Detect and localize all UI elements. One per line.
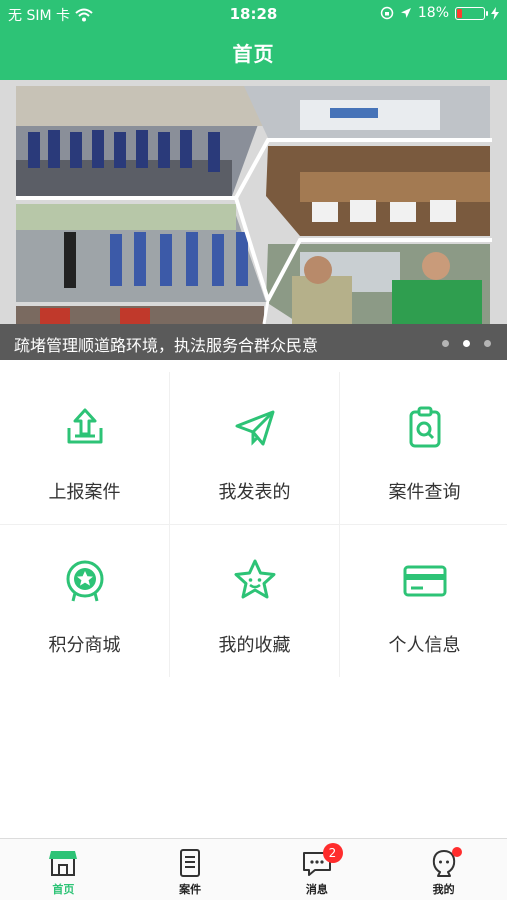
carousel-dot[interactable]: [484, 340, 491, 347]
tab-home[interactable]: 首页: [0, 839, 127, 900]
location-arrow-icon: [400, 8, 411, 18]
menu-item-label: 个人信息: [388, 635, 461, 656]
banner-caption: 疏堵管理顺道路环境，执法服务合群众民意: [14, 336, 319, 355]
menu-item-points-mall[interactable]: 积分商城: [0, 525, 169, 677]
paper-plane-icon: [235, 410, 274, 446]
menu-item-label: 我发表的: [218, 482, 291, 503]
battery-percent: 18%: [417, 5, 449, 21]
menu-item-label: 案件查询: [388, 482, 461, 503]
case-search-icon: [409, 406, 440, 448]
menu-item-report-case[interactable]: 上报案件: [0, 372, 169, 524]
carousel-dot-active[interactable]: [463, 340, 470, 347]
menu-item-label: 上报案件: [48, 482, 121, 503]
menu-item-case-query[interactable]: 案件查询: [340, 372, 507, 524]
card-icon: [403, 565, 446, 597]
rotation-lock-icon: [380, 6, 394, 20]
tab-mine[interactable]: 我的: [380, 839, 507, 900]
menu-item-favorites[interactable]: 我的收藏: [170, 525, 339, 677]
medal-icon: [66, 560, 103, 602]
unread-badge: 2: [322, 843, 343, 863]
menu-item-personal-info[interactable]: 个人信息: [340, 525, 507, 677]
tab-label: 首页: [52, 883, 75, 896]
carousel-dots[interactable]: [442, 340, 491, 347]
banner-carousel[interactable]: 疏堵管理顺道路环境，执法服务合群众民意: [0, 80, 507, 360]
menu-item-my-posts[interactable]: 我发表的: [170, 372, 339, 524]
home-store-icon: [49, 851, 78, 876]
top-bar: 无 SIM 卡 18:28 18% 首页: [0, 0, 507, 80]
tab-label: 我的: [432, 883, 455, 896]
tab-label: 案件: [179, 883, 202, 896]
banner-photo-collage: [0, 80, 507, 360]
status-bar: 无 SIM 卡 18:28 18%: [0, 0, 507, 28]
star-icon: [234, 559, 275, 599]
menu-item-label: 积分商城: [48, 635, 121, 656]
tab-label: 消息: [305, 883, 328, 896]
battery-icon: [455, 6, 488, 20]
tab-bar: 首页 案件 2 消息 我的: [0, 838, 507, 900]
document-icon: [180, 849, 201, 877]
tab-cases[interactable]: 案件: [127, 839, 254, 900]
notification-dot: [452, 847, 463, 857]
upload-icon: [67, 408, 102, 444]
function-grid: 上报案件 我发表的 案件查询 积分商城 我的收藏 个人信息: [0, 372, 507, 677]
charging-bolt-icon: [491, 6, 499, 20]
page-title: 首页: [232, 42, 275, 66]
home-screen: 无 SIM 卡 18:28 18% 首页 疏堵管理顺道路环境，执法服务合群众民意…: [0, 0, 507, 900]
banner-caption-bar: 疏堵管理顺道路环境，执法服务合群众民意: [0, 324, 507, 360]
menu-item-label: 我的收藏: [218, 635, 291, 656]
carousel-dot[interactable]: [442, 340, 449, 347]
tab-messages[interactable]: 2 消息: [254, 839, 381, 900]
